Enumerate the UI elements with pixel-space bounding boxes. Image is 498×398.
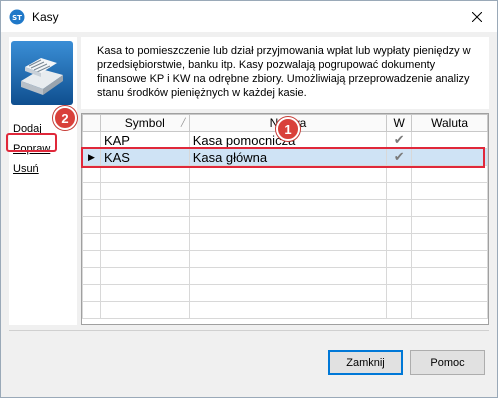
empty-cell	[99, 216, 190, 234]
column-header-w[interactable]: W	[386, 114, 413, 132]
empty-cell	[411, 301, 488, 319]
edit-link[interactable]: Popraw	[13, 143, 50, 155]
table-row-selected[interactable]: ▶ KAS Kasa główna ✔	[82, 148, 488, 166]
empty-cell	[386, 250, 413, 268]
step-badge-1: 1	[276, 117, 300, 141]
empty-cell	[411, 267, 488, 285]
empty-cell	[188, 284, 388, 302]
empty-cell	[82, 267, 101, 285]
current-row-indicator-icon: ▶	[82, 148, 101, 166]
separator	[9, 330, 489, 331]
empty-row	[82, 284, 488, 302]
empty-cell	[82, 284, 101, 302]
delete-link[interactable]: Usuń	[13, 163, 39, 175]
window-title: Kasy	[32, 10, 59, 24]
kasy-dialog: ST Kasy Dodaj Popraw Usuń Kasa to pomies…	[0, 0, 498, 398]
description-text: Kasa to pomieszczenie lub dział przyjmow…	[97, 45, 471, 99]
empty-cell	[82, 233, 101, 251]
empty-cell	[411, 165, 488, 183]
empty-cell	[99, 199, 190, 217]
empty-cell	[82, 301, 101, 319]
empty-row	[82, 301, 488, 319]
indicator-header	[82, 114, 101, 132]
empty-cell	[82, 199, 101, 217]
column-header-symbol-label: Symbol	[124, 116, 165, 130]
empty-cell	[386, 165, 413, 183]
cash-register-grid: Symbol╱ Nazwa W Waluta KAP Kasa pomocnic…	[81, 113, 489, 325]
empty-row	[82, 216, 488, 234]
empty-cell	[386, 199, 413, 217]
empty-cell	[82, 165, 101, 183]
column-header-currency[interactable]: Waluta	[411, 114, 488, 132]
cash-register-logo	[11, 41, 73, 105]
empty-cell	[82, 182, 101, 200]
empty-row	[82, 233, 488, 251]
empty-cell	[188, 301, 388, 319]
symbol-cell[interactable]: KAP	[99, 131, 190, 149]
empty-cell	[386, 267, 413, 285]
step-badge-2: 2	[53, 106, 77, 130]
help-button[interactable]: Pomoc	[410, 350, 485, 375]
empty-cell	[99, 233, 190, 251]
empty-cell	[188, 216, 388, 234]
empty-cell	[99, 182, 190, 200]
svg-text:ST: ST	[12, 14, 22, 22]
dialog-body: Dodaj Popraw Usuń Kasa to pomieszczenie …	[1, 32, 497, 397]
empty-cell	[99, 165, 190, 183]
empty-row	[82, 199, 488, 217]
empty-row	[82, 165, 488, 183]
empty-row	[82, 182, 488, 200]
active-check-icon[interactable]: ✔	[386, 131, 413, 149]
empty-cell	[411, 182, 488, 200]
empty-cell	[99, 250, 190, 268]
column-header-symbol[interactable]: Symbol ╱	[99, 114, 190, 132]
empty-cell	[411, 284, 488, 302]
active-check-icon[interactable]: ✔	[386, 148, 413, 166]
close-window-button[interactable]	[456, 1, 497, 32]
empty-cell	[188, 182, 388, 200]
empty-cell	[386, 182, 413, 200]
empty-cell	[188, 165, 388, 183]
empty-cell	[411, 199, 488, 217]
empty-cell	[386, 284, 413, 302]
empty-cell	[386, 233, 413, 251]
close-button[interactable]: Zamknij	[328, 350, 403, 375]
sidebar: Dodaj Popraw Usuń	[9, 37, 77, 325]
row-indicator-cell	[82, 131, 101, 149]
empty-cell	[386, 301, 413, 319]
empty-cell	[82, 216, 101, 234]
empty-cell	[188, 267, 388, 285]
empty-cell	[188, 233, 388, 251]
title-bar: ST Kasy	[1, 1, 497, 32]
empty-cell	[99, 301, 190, 319]
empty-cell	[99, 284, 190, 302]
empty-cell	[188, 199, 388, 217]
grid-table: Symbol╱ Nazwa W Waluta KAP Kasa pomocnic…	[82, 114, 488, 319]
currency-cell[interactable]	[411, 148, 488, 166]
empty-cell	[386, 216, 413, 234]
empty-cell	[411, 233, 488, 251]
empty-cell	[411, 216, 488, 234]
empty-cell	[82, 250, 101, 268]
name-cell[interactable]: Kasa główna	[188, 148, 388, 166]
empty-row	[82, 250, 488, 268]
app-icon: ST	[9, 9, 25, 25]
add-link[interactable]: Dodaj	[13, 123, 42, 135]
sort-indicator-icon: ╱	[180, 118, 186, 127]
currency-cell[interactable]	[411, 131, 488, 149]
empty-cell	[188, 250, 388, 268]
close-icon	[471, 11, 482, 22]
empty-cell	[411, 250, 488, 268]
empty-row	[82, 267, 488, 285]
empty-cell	[99, 267, 190, 285]
symbol-cell[interactable]: KAS	[99, 148, 190, 166]
